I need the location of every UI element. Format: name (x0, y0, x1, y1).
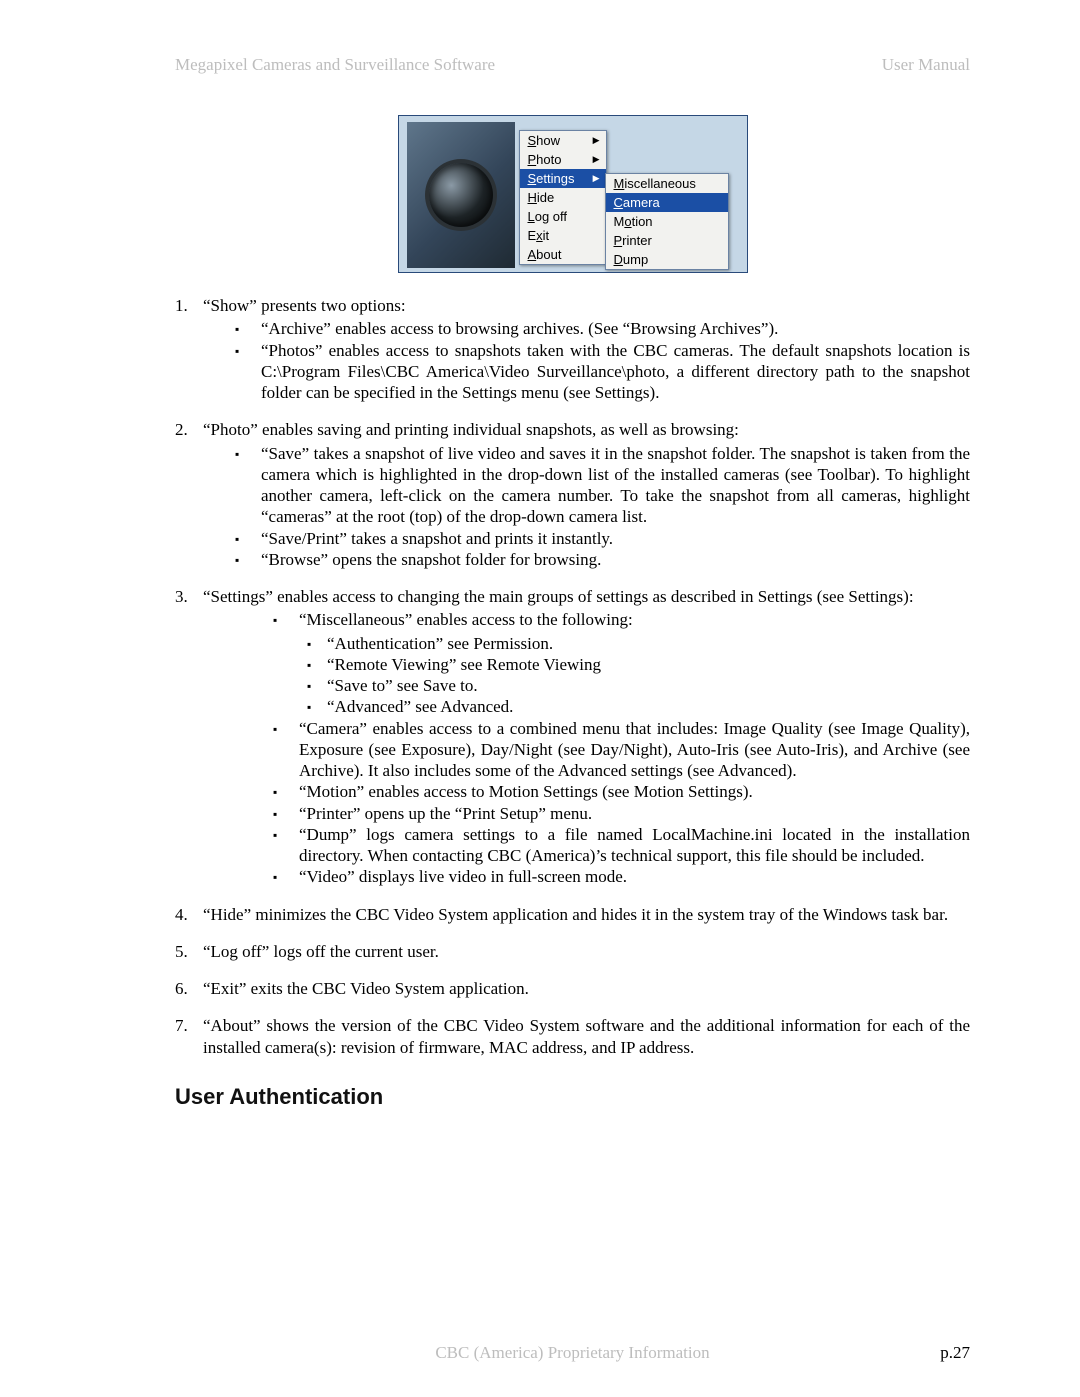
list-item: 4. “Hide” minimizes the CBC Video System… (175, 904, 970, 925)
menu-item[interactable]: Miscellaneous (606, 174, 728, 193)
header-right: User Manual (882, 55, 970, 75)
list-item: 1.“Show” presents two options:“Archive” … (175, 295, 970, 403)
menu-item[interactable]: Show▶ (520, 131, 606, 150)
menu-item[interactable]: Printer (606, 231, 728, 250)
list-item: 6.“Exit” exits the CBC Video System appl… (175, 978, 970, 999)
menu-item[interactable]: Hide (520, 188, 606, 207)
footer-center: CBC (America) Proprietary Information (175, 1343, 970, 1363)
menu-item[interactable]: Exit (520, 226, 606, 245)
camera-preview (407, 122, 515, 268)
context-menu[interactable]: Show▶Photo▶Settings▶HideLog offExitAbout (519, 130, 607, 265)
page-number: p.27 (940, 1343, 970, 1363)
section-heading: User Authentication (175, 1084, 970, 1110)
screenshot-figure: Show▶Photo▶Settings▶HideLog offExitAbout… (398, 115, 748, 273)
menu-item[interactable]: Log off (520, 207, 606, 226)
menu-item[interactable]: Camera (606, 193, 728, 212)
body-text: 1.“Show” presents two options:“Archive” … (175, 295, 970, 1058)
menu-item[interactable]: Settings▶ (520, 169, 606, 188)
list-item: 5.“Log off” logs off the current user. (175, 941, 970, 962)
page-header: Megapixel Cameras and Surveillance Softw… (175, 55, 970, 75)
menu-item[interactable]: Motion (606, 212, 728, 231)
header-left: Megapixel Cameras and Surveillance Softw… (175, 55, 495, 75)
settings-submenu[interactable]: MiscellaneousCameraMotionPrinterDump (605, 173, 729, 270)
menu-item[interactable]: About (520, 245, 606, 264)
list-item: 2.“Photo” enables saving and printing in… (175, 419, 970, 570)
menu-item[interactable]: Photo▶ (520, 150, 606, 169)
page-footer: CBC (America) Proprietary Information p.… (175, 1343, 970, 1363)
list-item: 3.“Settings” enables access to changing … (175, 586, 970, 888)
menu-item[interactable]: Dump (606, 250, 728, 269)
camera-lens-icon (429, 163, 493, 227)
list-item: 7.“About” shows the version of the CBC V… (175, 1015, 970, 1058)
